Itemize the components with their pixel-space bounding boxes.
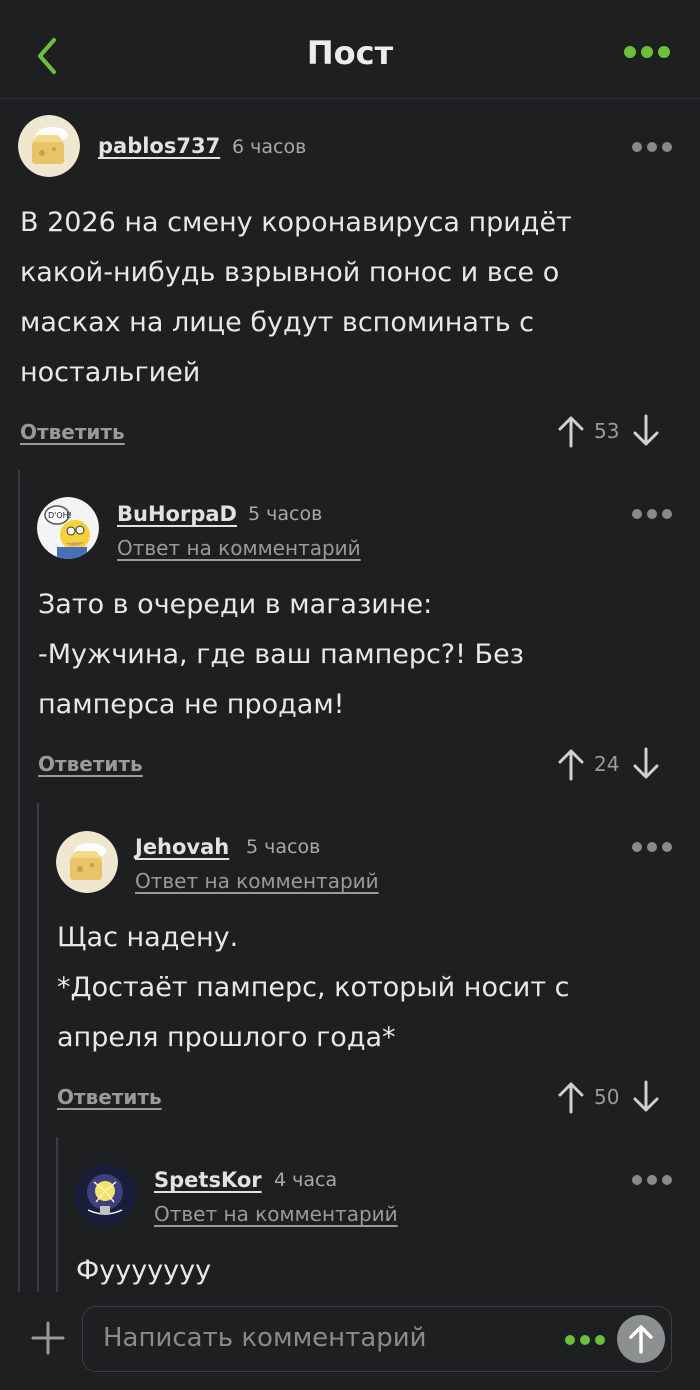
more-options-button[interactable] <box>624 46 670 60</box>
avatar[interactable] <box>74 1164 136 1226</box>
homer-avatar-icon: D'OH! <box>37 497 99 559</box>
author-name[interactable]: BuHorpaD <box>117 502 237 526</box>
post-text: В 2026 на смену коронавируса придёт како… <box>20 207 572 388</box>
attach-button[interactable] <box>30 1320 66 1356</box>
reply-button[interactable]: Ответить <box>57 1085 162 1109</box>
reply-to-link[interactable]: Ответ на комментарий <box>117 536 361 560</box>
page-title: Пост <box>306 34 394 72</box>
plus-icon <box>31 1321 65 1355</box>
comment-menu-button[interactable] <box>632 142 672 152</box>
upvote-arrow-icon[interactable] <box>558 747 584 781</box>
vote-count: 24 <box>594 752 620 776</box>
svg-text:D'OH!: D'OH! <box>48 511 72 520</box>
comment-time: 4 часа <box>274 1169 338 1191</box>
author-name[interactable]: pablos737 <box>98 134 220 158</box>
reply-to-link[interactable]: Ответ на комментарий <box>154 1202 398 1226</box>
comment-menu-button[interactable] <box>632 842 672 852</box>
vote-controls: 53 <box>558 413 659 449</box>
send-button[interactable] <box>617 1315 665 1363</box>
comment-text: Фууууууу <box>76 1255 212 1286</box>
comment-composer: Написать комментарий <box>0 1292 700 1390</box>
upvote-arrow-icon[interactable] <box>558 414 584 448</box>
vote-count: 50 <box>594 1085 620 1109</box>
cheese-avatar-icon <box>18 115 80 177</box>
comment-time: 5 часов <box>248 503 323 525</box>
downvote-arrow-icon[interactable] <box>633 747 659 781</box>
downvote-arrow-icon[interactable] <box>633 1080 659 1114</box>
comment-input[interactable]: Написать комментарий <box>82 1306 672 1372</box>
vote-controls: 50 <box>558 1079 659 1115</box>
reply-to-link[interactable]: Ответ на комментарий <box>135 869 379 893</box>
comment-text: Щас надену. *Достаёт памперс, который но… <box>57 922 570 1053</box>
vote-controls: 24 <box>558 746 659 782</box>
vote-count: 53 <box>594 419 620 443</box>
composer-more-button[interactable] <box>565 1335 605 1345</box>
upvote-arrow-icon[interactable] <box>558 1080 584 1114</box>
arrow-up-icon <box>629 1325 653 1354</box>
post-time: 6 часов <box>232 136 307 158</box>
top-bar: Пост <box>0 0 700 99</box>
avatar[interactable] <box>18 115 80 177</box>
avatar[interactable] <box>56 831 118 893</box>
lightbulb-avatar-icon <box>74 1164 136 1226</box>
comment-input-placeholder: Написать комментарий <box>103 1323 427 1353</box>
comment-time: 5 часов <box>246 836 321 858</box>
avatar[interactable]: D'OH! <box>37 497 99 559</box>
author-name[interactable]: Jehovah <box>135 835 229 859</box>
comment-text: Зато в очереди в магазине: -Мужчина, где… <box>38 589 525 720</box>
thread-line <box>18 470 20 1292</box>
thread-line <box>56 1137 58 1292</box>
comment-menu-button[interactable] <box>632 1175 672 1185</box>
comment-menu-button[interactable] <box>632 509 672 519</box>
thread-line <box>37 803 39 1292</box>
author-name[interactable]: SpetsKor <box>154 1168 262 1192</box>
cheese-avatar-icon <box>56 831 118 893</box>
reply-button[interactable]: Ответить <box>20 420 125 444</box>
reply-button[interactable]: Ответить <box>38 752 143 776</box>
downvote-arrow-icon[interactable] <box>633 414 659 448</box>
